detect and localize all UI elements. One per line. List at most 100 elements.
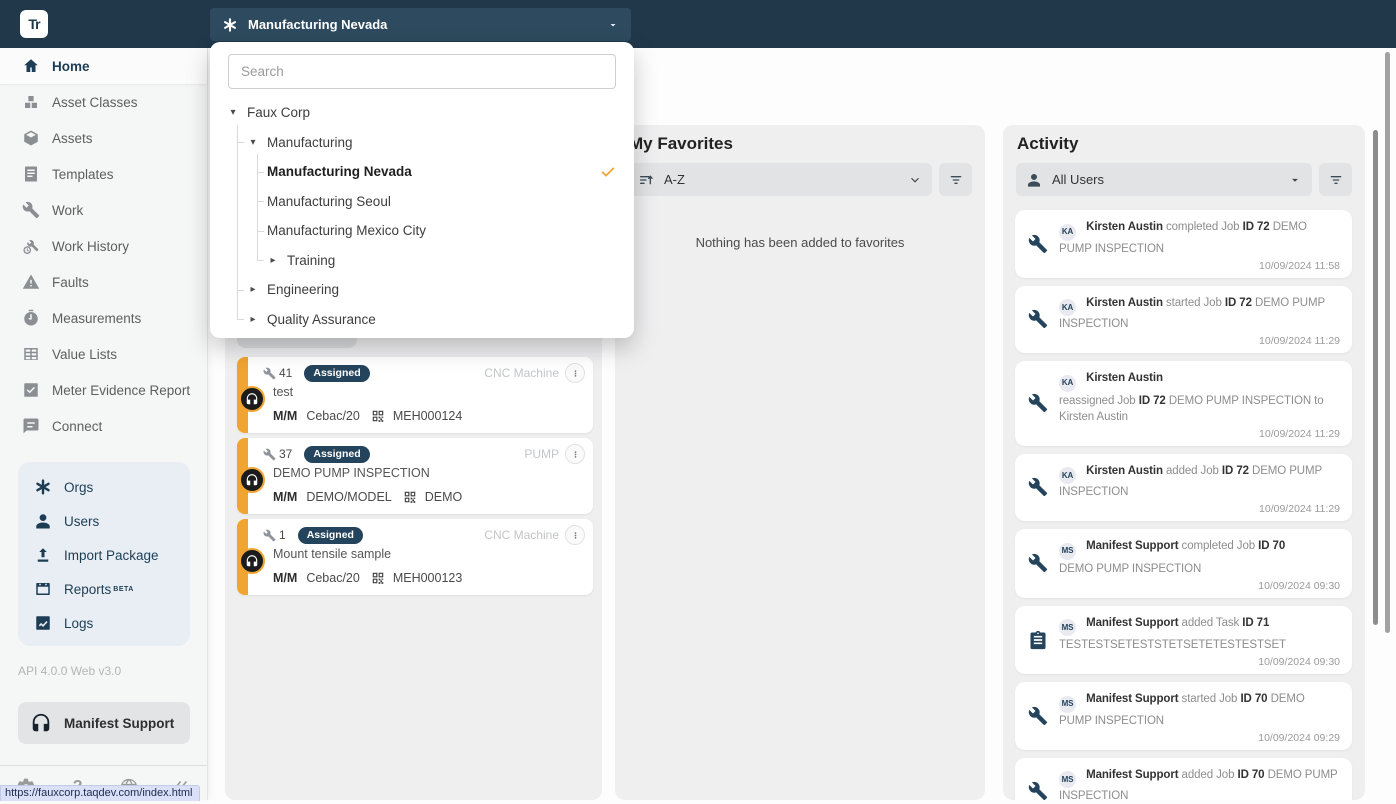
sidebar-item-import-package[interactable]: Import Package xyxy=(18,538,190,572)
activity-item[interactable]: MS Manifest Support added Job ID 70 DEMO… xyxy=(1015,758,1352,801)
templates-icon xyxy=(22,165,40,183)
job-card[interactable]: 1AssignedCNC MachineMount tensile sample… xyxy=(237,519,593,595)
job-menu-button[interactable] xyxy=(565,444,585,464)
org-tree-node[interactable]: ▸ Engineering xyxy=(210,275,634,305)
sidebar-item-work[interactable]: Work xyxy=(0,192,207,228)
user-initials-avatar: KA xyxy=(1059,224,1076,241)
sidebar-item-measurements[interactable]: Measurements xyxy=(0,300,207,336)
job-card-header: 1AssignedCNC Machine xyxy=(263,526,585,544)
job-id: 41 xyxy=(279,366,292,380)
activity-title: Activity xyxy=(1017,134,1078,154)
wrench-icon xyxy=(1028,234,1048,254)
assignee-avatar xyxy=(239,386,265,412)
sidebar-item-asset-classes[interactable]: Asset Classes xyxy=(0,84,207,120)
caret-right-icon[interactable]: ▸ xyxy=(267,255,279,266)
caret-right-icon[interactable]: ▸ xyxy=(247,284,259,295)
org-tree-node[interactable]: ▸Quality Assurance xyxy=(210,305,634,335)
caret-down-icon[interactable]: ▾ xyxy=(247,137,259,148)
caret-down-icon[interactable]: ▾ xyxy=(227,107,239,118)
sidebar-item-value-lists[interactable]: Value Lists xyxy=(0,336,207,372)
sidebar-item-reports[interactable]: Reports BETA xyxy=(18,572,190,606)
job-card[interactable]: 41AssignedCNC MachinetestM/MCebac/20MEH0… xyxy=(237,357,593,433)
org-tree-node[interactable]: ▾Manufacturing xyxy=(210,128,634,158)
job-title: DEMO PUMP INSPECTION xyxy=(273,466,430,480)
favorites-panel: My Favorites A-Z Nothing has been added … xyxy=(615,125,985,800)
org-tree-node[interactable]: Manufacturing Mexico City xyxy=(210,216,634,246)
org-tree-node[interactable]: Manufacturing Nevada xyxy=(210,157,634,187)
page-scrollbar[interactable] xyxy=(1385,52,1390,633)
job-menu-button[interactable] xyxy=(565,363,585,383)
sidebar-item-label: Connect xyxy=(52,419,102,434)
activity-text-strong: Kirsten Austin xyxy=(1086,221,1163,233)
activity-list: KA Kirsten Austin completed Job ID 72 DE… xyxy=(1015,210,1352,800)
activity-item[interactable]: KA Kirsten Austin started Job ID 72 DEMO… xyxy=(1015,286,1352,354)
wrench-icon xyxy=(1028,781,1048,800)
activity-panel: Activity All Users KA Kirsten Austin com… xyxy=(1003,125,1365,800)
sidebar-item-meter-evidence-report[interactable]: Meter Evidence Report xyxy=(0,372,207,408)
sidebar-item-logs[interactable]: Logs xyxy=(18,606,190,640)
job-card-header: 37AssignedPUMP xyxy=(263,445,585,463)
support-button[interactable]: Manifest Support xyxy=(18,702,190,744)
chat-bubble-icon xyxy=(22,417,40,435)
sidebar-item-users[interactable]: Users xyxy=(18,504,190,538)
task-icon xyxy=(1028,630,1048,650)
activity-filter-button[interactable] xyxy=(1319,163,1352,196)
caret-right-icon[interactable]: ▸ xyxy=(247,314,259,325)
activity-item[interactable]: MS Manifest Support completed Job ID 70D… xyxy=(1015,529,1352,598)
wrench-icon xyxy=(1028,706,1048,726)
job-id: 1 xyxy=(279,528,286,542)
wrench-icon xyxy=(22,201,40,219)
activity-text-plain: completed Job xyxy=(1182,540,1256,552)
job-menu-button[interactable] xyxy=(565,525,585,545)
activity-text-strong: ID 70 xyxy=(1240,693,1267,705)
sidebar-item-work-history[interactable]: Work History xyxy=(0,228,207,264)
favorites-filter-button[interactable] xyxy=(939,163,972,196)
org-tree-node[interactable]: ▸ Training xyxy=(210,246,634,276)
checked-document-icon xyxy=(22,381,40,399)
activity-text-strong: Manifest Support xyxy=(1086,769,1178,781)
sidebar-item-orgs[interactable]: Orgs xyxy=(18,470,190,504)
activity-text-plain: TESTESTSETESTSTETSETETESTESTSET xyxy=(1059,639,1286,651)
sidebar-item-home[interactable]: Home xyxy=(0,48,207,84)
logs-chart-icon xyxy=(34,614,52,632)
sidebar-item-connect[interactable]: Connect xyxy=(0,408,207,444)
favorites-empty-text: Nothing has been added to favorites xyxy=(615,235,985,250)
orgs-hub-icon xyxy=(34,478,52,496)
make-model-label: M/M xyxy=(273,409,297,423)
activity-text: DEMO PUMP INSPECTION xyxy=(1059,561,1340,577)
activity-text-strong: ID 72 xyxy=(1139,395,1166,407)
status-badge: Assigned xyxy=(304,365,369,382)
user-initials-avatar: MS xyxy=(1059,771,1076,788)
activity-item[interactable]: KA Kirsten Austin completed Job ID 72 DE… xyxy=(1015,210,1352,278)
org-tree-node[interactable]: Manufacturing Seoul xyxy=(210,187,634,217)
activity-item-body: KA Kirsten Austin added Job ID 72 DEMO P… xyxy=(1059,463,1340,516)
activity-item[interactable]: KA Kirsten Austin added Job ID 72 DEMO P… xyxy=(1015,454,1352,522)
sidebar-item-faults[interactable]: Faults xyxy=(0,264,207,300)
activity-item[interactable]: MS Manifest Support added Task ID 71TEST… xyxy=(1015,606,1352,675)
sidebar-item-templates[interactable]: Templates xyxy=(0,156,207,192)
activity-text: KA Kirsten Austin xyxy=(1059,370,1340,392)
activity-item[interactable]: MS Manifest Support started Job ID 70 DE… xyxy=(1015,682,1352,750)
org-search-input[interactable] xyxy=(228,54,616,89)
org-tree-node-label: Training xyxy=(287,253,335,268)
activity-text-strong: ID 72 xyxy=(1243,221,1270,233)
org-tree-node-label: Faux Corp xyxy=(247,105,310,120)
job-card[interactable]: 37AssignedPUMP DEMO PUMP INSPECTION M/MDEM… xyxy=(237,438,593,514)
job-id: 37 xyxy=(279,447,292,461)
job-meta: M/MCebac/20MEH000124 xyxy=(273,409,462,423)
org-switcher-label: Manufacturing Nevada xyxy=(248,17,387,32)
org-tree-node[interactable]: ▾ Faux Corp xyxy=(210,98,634,128)
favorites-sort-dropdown[interactable]: A-Z xyxy=(628,163,932,196)
sidebar-item-assets[interactable]: Assets xyxy=(0,120,207,156)
org-switcher-button[interactable]: Manufacturing Nevada xyxy=(210,8,631,41)
activity-user-filter-dropdown[interactable]: All Users xyxy=(1016,163,1312,196)
org-tree-node-label: Engineering xyxy=(267,282,339,297)
activity-text-strong: ID 72 xyxy=(1225,297,1252,309)
activity-text: reassigned Job ID 72 DEMO PUMP INSPECTIO… xyxy=(1059,393,1340,425)
org-tree: ▾ Faux Corp ▾ManufacturingManufacturing Ne… xyxy=(210,98,634,334)
activity-item[interactable]: KA Kirsten Austinreassigned Job ID 72 DE… xyxy=(1015,361,1352,446)
sidebar-item-label: Logs xyxy=(64,616,93,631)
activity-scrollbar[interactable] xyxy=(1373,130,1378,625)
job-asset-class: CNC Machine xyxy=(484,366,559,380)
job-meta: M/MDEMO/MODELDEMO xyxy=(273,490,462,504)
